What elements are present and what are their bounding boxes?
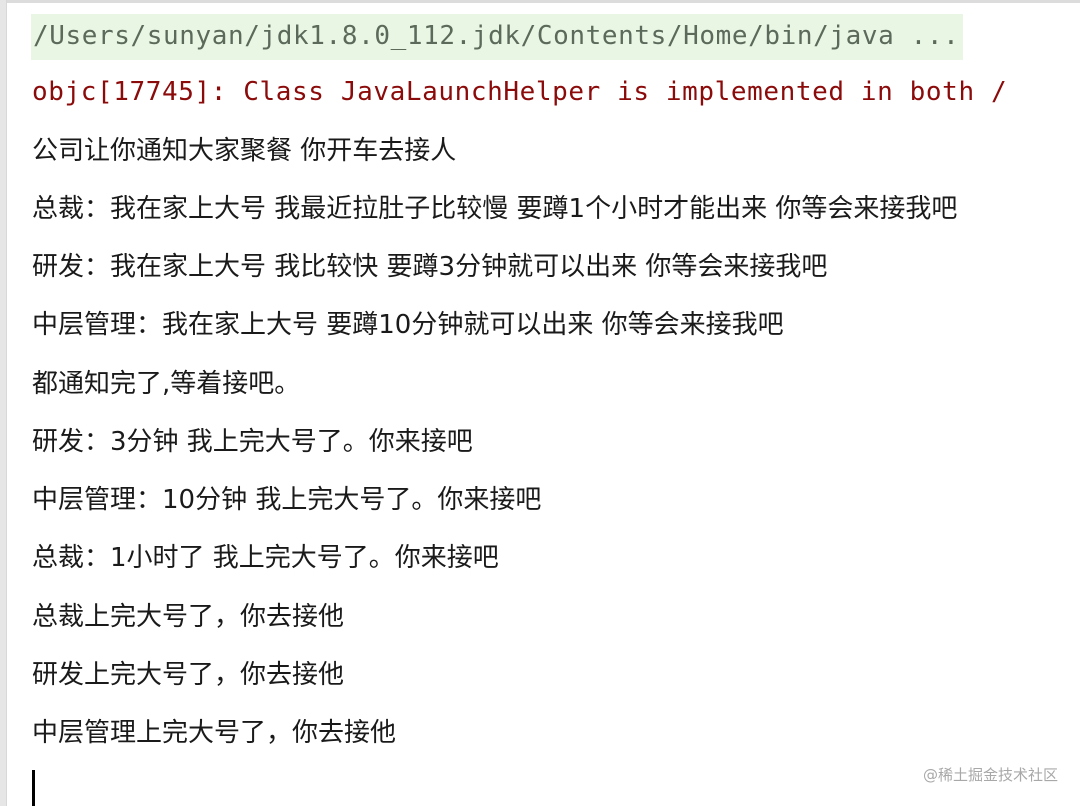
left-gutter xyxy=(0,0,7,806)
output-line: 研发：3分钟 我上完大号了。你来接吧 xyxy=(32,427,473,457)
output-line: 中层管理：我在家上大号 要蹲10分钟就可以出来 你等会来接我吧 xyxy=(32,310,784,340)
watermark: @稀土掘金技术社区 xyxy=(922,766,1058,784)
output-line: 公司让你通知大家聚餐 你开车去接人 xyxy=(32,136,457,166)
command-line[interactable]: /Users/sunyan/jdk1.8.0_112.jdk/Contents/… xyxy=(31,14,964,60)
output-line: 总裁：1小时了 我上完大号了。你来接吧 xyxy=(32,543,499,573)
output-line: 中层管理：10分钟 我上完大号了。你来接吧 xyxy=(32,485,542,515)
output-line: 中层管理上完大号了，你去接他 xyxy=(32,718,397,748)
console-output-panel[interactable]: /Users/sunyan/jdk1.8.0_112.jdk/Contents/… xyxy=(0,0,1080,806)
output-line: 总裁：我在家上大号 我最近拉肚子比较慢 要蹲1个小时才能出来 你等会来接我吧 xyxy=(32,194,958,224)
output-line: 研发上完大号了，你去接他 xyxy=(32,660,345,690)
output-line: 研发：我在家上大号 我比较快 要蹲3分钟就可以出来 你等会来接我吧 xyxy=(32,252,828,282)
text-cursor[interactable] xyxy=(32,770,35,806)
top-border xyxy=(0,0,1080,3)
error-line: objc[17745]: Class JavaLaunchHelper is i… xyxy=(32,77,1008,107)
output-line: 总裁上完大号了，你去接他 xyxy=(32,602,345,632)
output-line: 都通知完了,等着接吧。 xyxy=(32,369,301,399)
